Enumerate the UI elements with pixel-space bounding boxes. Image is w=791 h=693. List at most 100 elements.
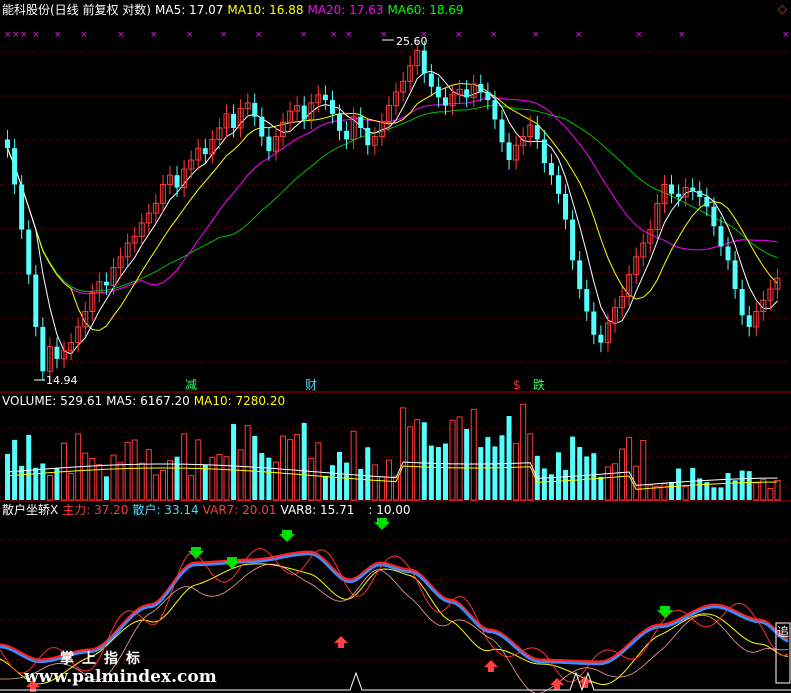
volume-bar xyxy=(174,456,180,500)
volume-bar xyxy=(584,456,590,500)
volume-bar xyxy=(591,453,597,500)
candle-body xyxy=(301,105,307,120)
marker-x: × xyxy=(380,30,388,40)
volume-bar xyxy=(209,456,216,501)
ma60-readout: MA60: 18.69 xyxy=(387,3,464,17)
volume-bar xyxy=(541,468,547,500)
marker-x: × xyxy=(32,30,40,40)
candle-body xyxy=(555,175,561,194)
volume-bar xyxy=(82,452,89,501)
volume-bar xyxy=(697,478,703,500)
volume-bar xyxy=(350,430,357,501)
volume-bar xyxy=(711,487,717,500)
volume-bar xyxy=(54,468,60,500)
candle-body xyxy=(435,86,441,98)
volume-bar xyxy=(371,464,378,501)
volume-bar xyxy=(124,441,131,501)
marker-x: × xyxy=(300,30,308,40)
volume-bar xyxy=(753,482,760,501)
volume-bar xyxy=(231,424,237,500)
candle-body xyxy=(534,125,540,140)
marker-x: × xyxy=(782,30,790,40)
candle-body xyxy=(464,89,470,98)
ma10-readout: MA10: 16.88 xyxy=(227,3,304,17)
volume-bar xyxy=(365,447,371,500)
sell-signal-arrow-icon xyxy=(484,660,498,672)
candle-body xyxy=(718,226,724,247)
event-label: 跌 xyxy=(533,377,545,392)
marker-x: × xyxy=(455,30,463,40)
sanhu-readout: 散户: 33.14 xyxy=(132,503,199,517)
var8-readout: VAR8: 15.71 xyxy=(280,503,355,517)
candle-body xyxy=(584,289,590,312)
candle-body xyxy=(5,139,11,149)
candle-body xyxy=(506,142,512,161)
marker-x: × xyxy=(4,30,12,40)
volume-bar xyxy=(216,454,223,501)
volume-bar xyxy=(294,433,301,501)
marker-x: × xyxy=(490,30,498,40)
indicator-header: 散户坐轿X 主力: 37.20 散户: 33.14 VAR7: 20.01 VAR8: … xyxy=(2,503,415,518)
volume-bar xyxy=(337,451,343,500)
marker-x: × xyxy=(255,30,263,40)
candle-body xyxy=(485,92,491,101)
volume-bar xyxy=(506,416,512,500)
volume-bar xyxy=(393,475,400,501)
watermark-url: www.palmindex.com xyxy=(24,667,217,687)
volume-bar xyxy=(492,446,498,500)
candle-body xyxy=(266,136,272,152)
candle-body xyxy=(669,184,675,194)
candle-body xyxy=(478,84,484,93)
stock-chart-canvas[interactable]: × × × × × × × × × × × × × × × × × × × × × × ×25.6014.94 减财 $ 跌追 xyxy=(0,0,791,693)
volume-bar xyxy=(428,445,434,500)
candle-body xyxy=(563,193,569,220)
volume-bar xyxy=(598,476,604,500)
volume-bar xyxy=(767,487,774,501)
candle-body xyxy=(704,197,710,207)
volume-bar xyxy=(449,419,456,501)
candle-body xyxy=(259,116,265,137)
volume-bar xyxy=(110,454,117,501)
candle-body xyxy=(492,100,498,120)
volume-readout: VOLUME: 529.61 xyxy=(2,394,103,408)
low-price-label: 14.94 xyxy=(46,374,78,387)
volume-bar xyxy=(647,484,654,501)
volume-bar xyxy=(166,460,173,501)
volume-bar xyxy=(718,487,724,500)
volume-bar xyxy=(456,416,463,501)
candle-body xyxy=(421,50,427,74)
candle-body xyxy=(329,100,335,114)
volume-bar xyxy=(746,471,752,500)
volume-bar xyxy=(485,437,491,500)
settings-diamond-icon[interactable]: ◇ xyxy=(778,2,787,16)
zhuli-readout: 主力: 37.20 xyxy=(62,503,129,517)
volume-bar xyxy=(421,422,427,500)
volume-bar xyxy=(470,408,477,501)
volume-bar xyxy=(442,443,448,500)
volume-bar xyxy=(555,452,561,500)
buy-signal-arrow-icon xyxy=(188,547,204,559)
volume-bar xyxy=(131,439,138,501)
marker-x: × xyxy=(186,30,194,40)
watermark-cn: 掌上指标 xyxy=(60,651,148,667)
volume-bar xyxy=(563,469,569,500)
candle-body xyxy=(231,113,237,128)
volume-bar xyxy=(33,467,39,500)
volume-bar xyxy=(414,419,421,501)
volume-bar xyxy=(358,468,364,500)
high-price-label: 25.60 xyxy=(396,35,428,48)
ma5-readout: MA5: 17.07 xyxy=(155,3,224,17)
event-label: $ xyxy=(513,378,521,392)
candle-body xyxy=(40,326,46,372)
candle-body xyxy=(548,163,554,176)
marker-x: × xyxy=(12,30,20,40)
marker-x: × xyxy=(220,30,228,40)
marker-x: × xyxy=(635,30,643,40)
candle-body xyxy=(26,229,32,275)
stock-title: 能科股份(日线 前复权 对数) xyxy=(2,3,151,17)
candle-body xyxy=(697,190,703,198)
volume-bar xyxy=(612,463,619,501)
corner-label: 追 xyxy=(777,624,789,639)
volume-bar xyxy=(739,470,745,500)
candle-body xyxy=(739,289,745,316)
